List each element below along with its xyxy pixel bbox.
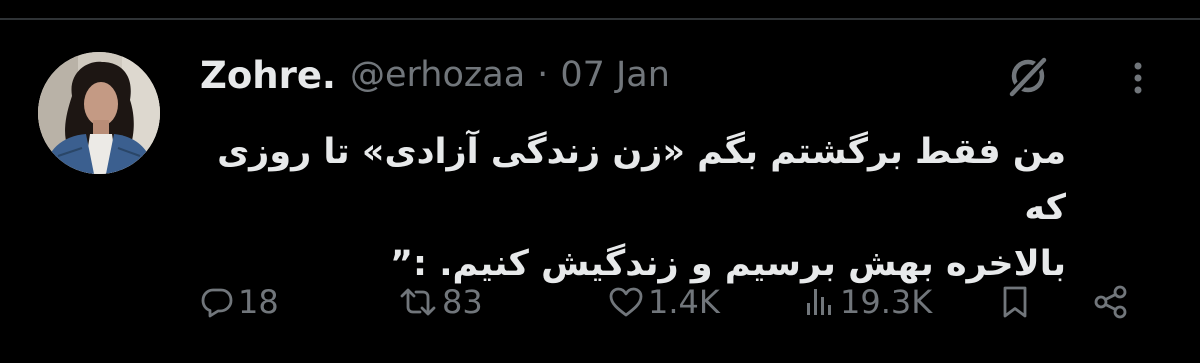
reply-count: 18 [238,283,279,321]
retweet-count: 83 [442,283,483,321]
views-button[interactable]: 19.3K [804,276,932,328]
tweet-actions: 18 83 1.4K 19.3K [0,276,1200,328]
tweet-date[interactable]: 07 Jan [560,55,670,95]
reply-button[interactable]: 18 [200,276,279,328]
more-options-icon[interactable] [1118,52,1158,104]
top-divider [0,18,1200,20]
share-button[interactable] [1092,276,1130,328]
views-icon [807,289,831,315]
retweet-button[interactable]: 83 [398,276,483,328]
separator-dot: · [537,55,549,95]
user-avatar[interactable] [38,52,160,174]
user-handle[interactable]: @erhozaa [350,55,525,95]
grok-icon[interactable] [1004,52,1052,100]
reply-icon [201,288,233,318]
share-icon [1094,285,1127,319]
like-button[interactable]: 1.4K [608,276,720,328]
tweet-header: Zohre. @erhozaa · 07 Jan [200,50,670,100]
bookmark-icon [1003,286,1027,318]
avatar-photo [38,52,160,174]
display-name[interactable]: Zohre. [200,54,336,97]
like-count: 1.4K [648,283,720,321]
tweet-text: من فقط برگشتم بگم «زن زندگی آزادی» تا رو… [217,132,1066,284]
retweet-icon [400,288,436,316]
views-count: 19.3K [840,283,933,321]
heart-icon [609,287,643,317]
bookmark-button[interactable] [998,276,1032,328]
